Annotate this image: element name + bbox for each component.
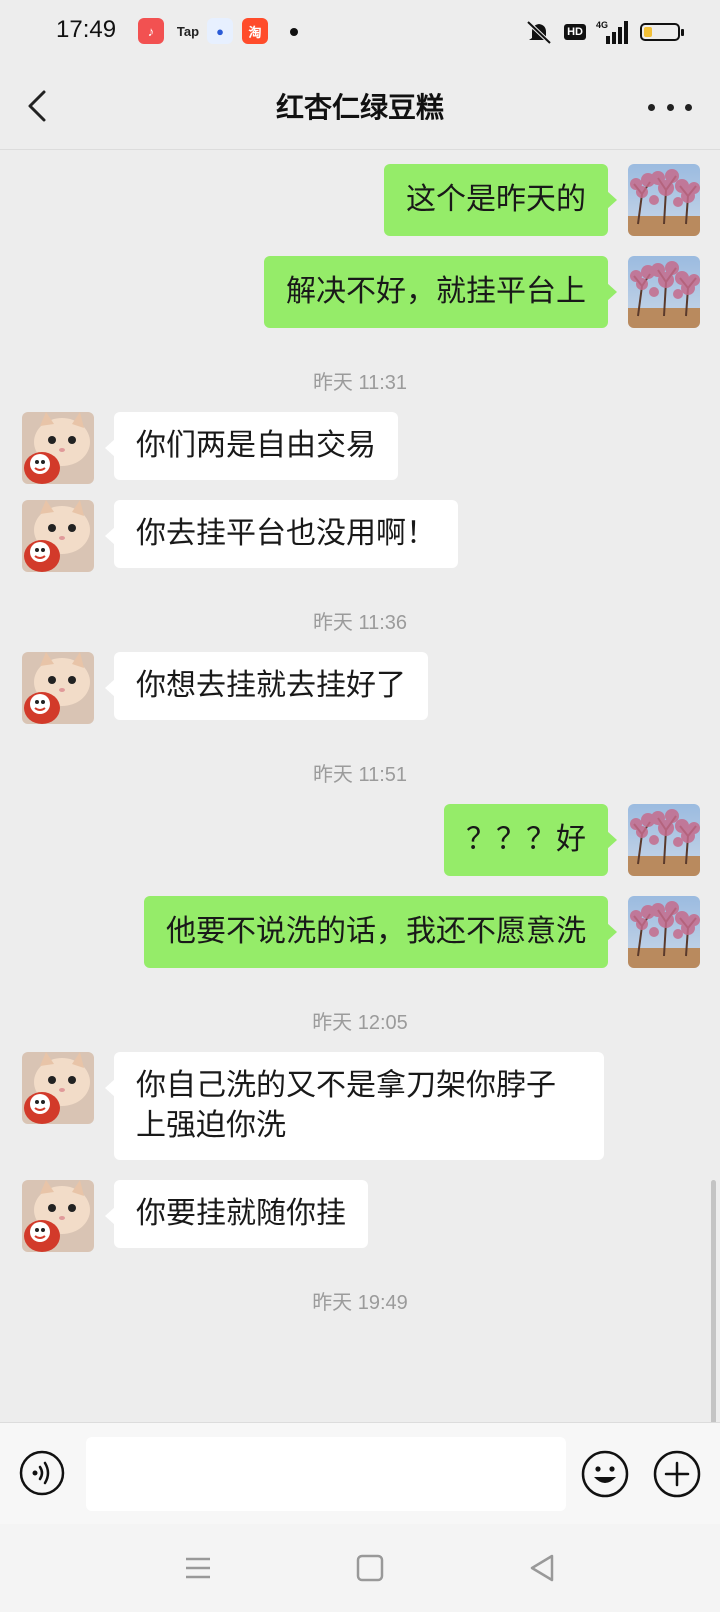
more-options-icon[interactable]	[648, 92, 692, 122]
received-message-bubble[interactable]: 你去挂平台也没用啊！	[105, 500, 458, 568]
mute-icon	[526, 20, 552, 45]
status-time: 17:49	[56, 16, 117, 43]
received-message-bubble[interactable]: 你想去挂就去挂好了	[105, 652, 428, 720]
message-timestamp: 昨天 19:49	[312, 1292, 408, 1314]
voice-input-icon[interactable]	[18, 1449, 66, 1497]
status-bar: 17:49 ♪ Tap ● 淘 HD 4G	[0, 0, 720, 64]
back-nav-icon[interactable]	[524, 1550, 560, 1586]
baidu-app-icon: ●	[207, 18, 233, 44]
message-list[interactable]: 这个是昨天的解决不好，就挂平台上昨天 11:31 你们两是自由交易 你去挂平台也没用…	[0, 150, 720, 1422]
message-input[interactable]	[86, 1437, 566, 1511]
add-attachment-icon[interactable]	[652, 1449, 702, 1499]
received-message-bubble[interactable]: 你自己洗的又不是拿刀架你脖子上强迫你洗	[105, 1052, 604, 1160]
message-timestamp: 昨天 11:36	[312, 612, 408, 634]
message-timestamp: 昨天 11:51	[312, 764, 408, 786]
menu-icon[interactable]	[180, 1550, 216, 1586]
message-timestamp: 昨天 12:05	[312, 1012, 408, 1034]
my-avatar[interactable]	[628, 164, 700, 236]
sent-message-bubble[interactable]: 解决不好，就挂平台上	[264, 256, 617, 328]
received-message-bubble[interactable]: 你们两是自由交易	[105, 412, 398, 480]
contact-avatar[interactable]	[22, 1052, 94, 1124]
scrollbar[interactable]	[711, 1180, 716, 1422]
input-bar	[0, 1422, 720, 1524]
tap-app-icon: Tap	[176, 23, 200, 39]
message-timestamp: 昨天 11:31	[312, 372, 408, 394]
my-avatar[interactable]	[628, 896, 700, 968]
battery-icon	[640, 23, 684, 41]
received-message-bubble[interactable]: 你要挂就随你挂	[105, 1180, 368, 1248]
signal-icon: 4G	[596, 20, 628, 44]
chat-header: 红杏仁绿豆糕	[0, 64, 720, 150]
notification-dot	[290, 28, 298, 36]
contact-avatar[interactable]	[22, 1180, 94, 1252]
taobao-app-icon: 淘	[242, 18, 268, 44]
music-app-icon: ♪	[138, 18, 164, 44]
sent-message-bubble[interactable]: ？？？好	[444, 804, 617, 876]
contact-avatar[interactable]	[22, 500, 94, 572]
hd-badge: HD	[564, 24, 586, 40]
system-nav-bar	[0, 1524, 720, 1612]
home-icon[interactable]	[352, 1550, 388, 1586]
emoji-icon[interactable]	[580, 1449, 630, 1499]
chat-title: 红杏仁绿豆糕	[275, 91, 444, 124]
network-type: 4G	[596, 20, 608, 30]
my-avatar[interactable]	[628, 804, 700, 876]
contact-avatar[interactable]	[22, 652, 94, 724]
sent-message-bubble[interactable]: 他要不说洗的话，我还不愿意洗	[144, 896, 617, 968]
sent-message-bubble[interactable]: 这个是昨天的	[384, 164, 617, 236]
contact-avatar[interactable]	[22, 412, 94, 484]
my-avatar[interactable]	[628, 256, 700, 328]
